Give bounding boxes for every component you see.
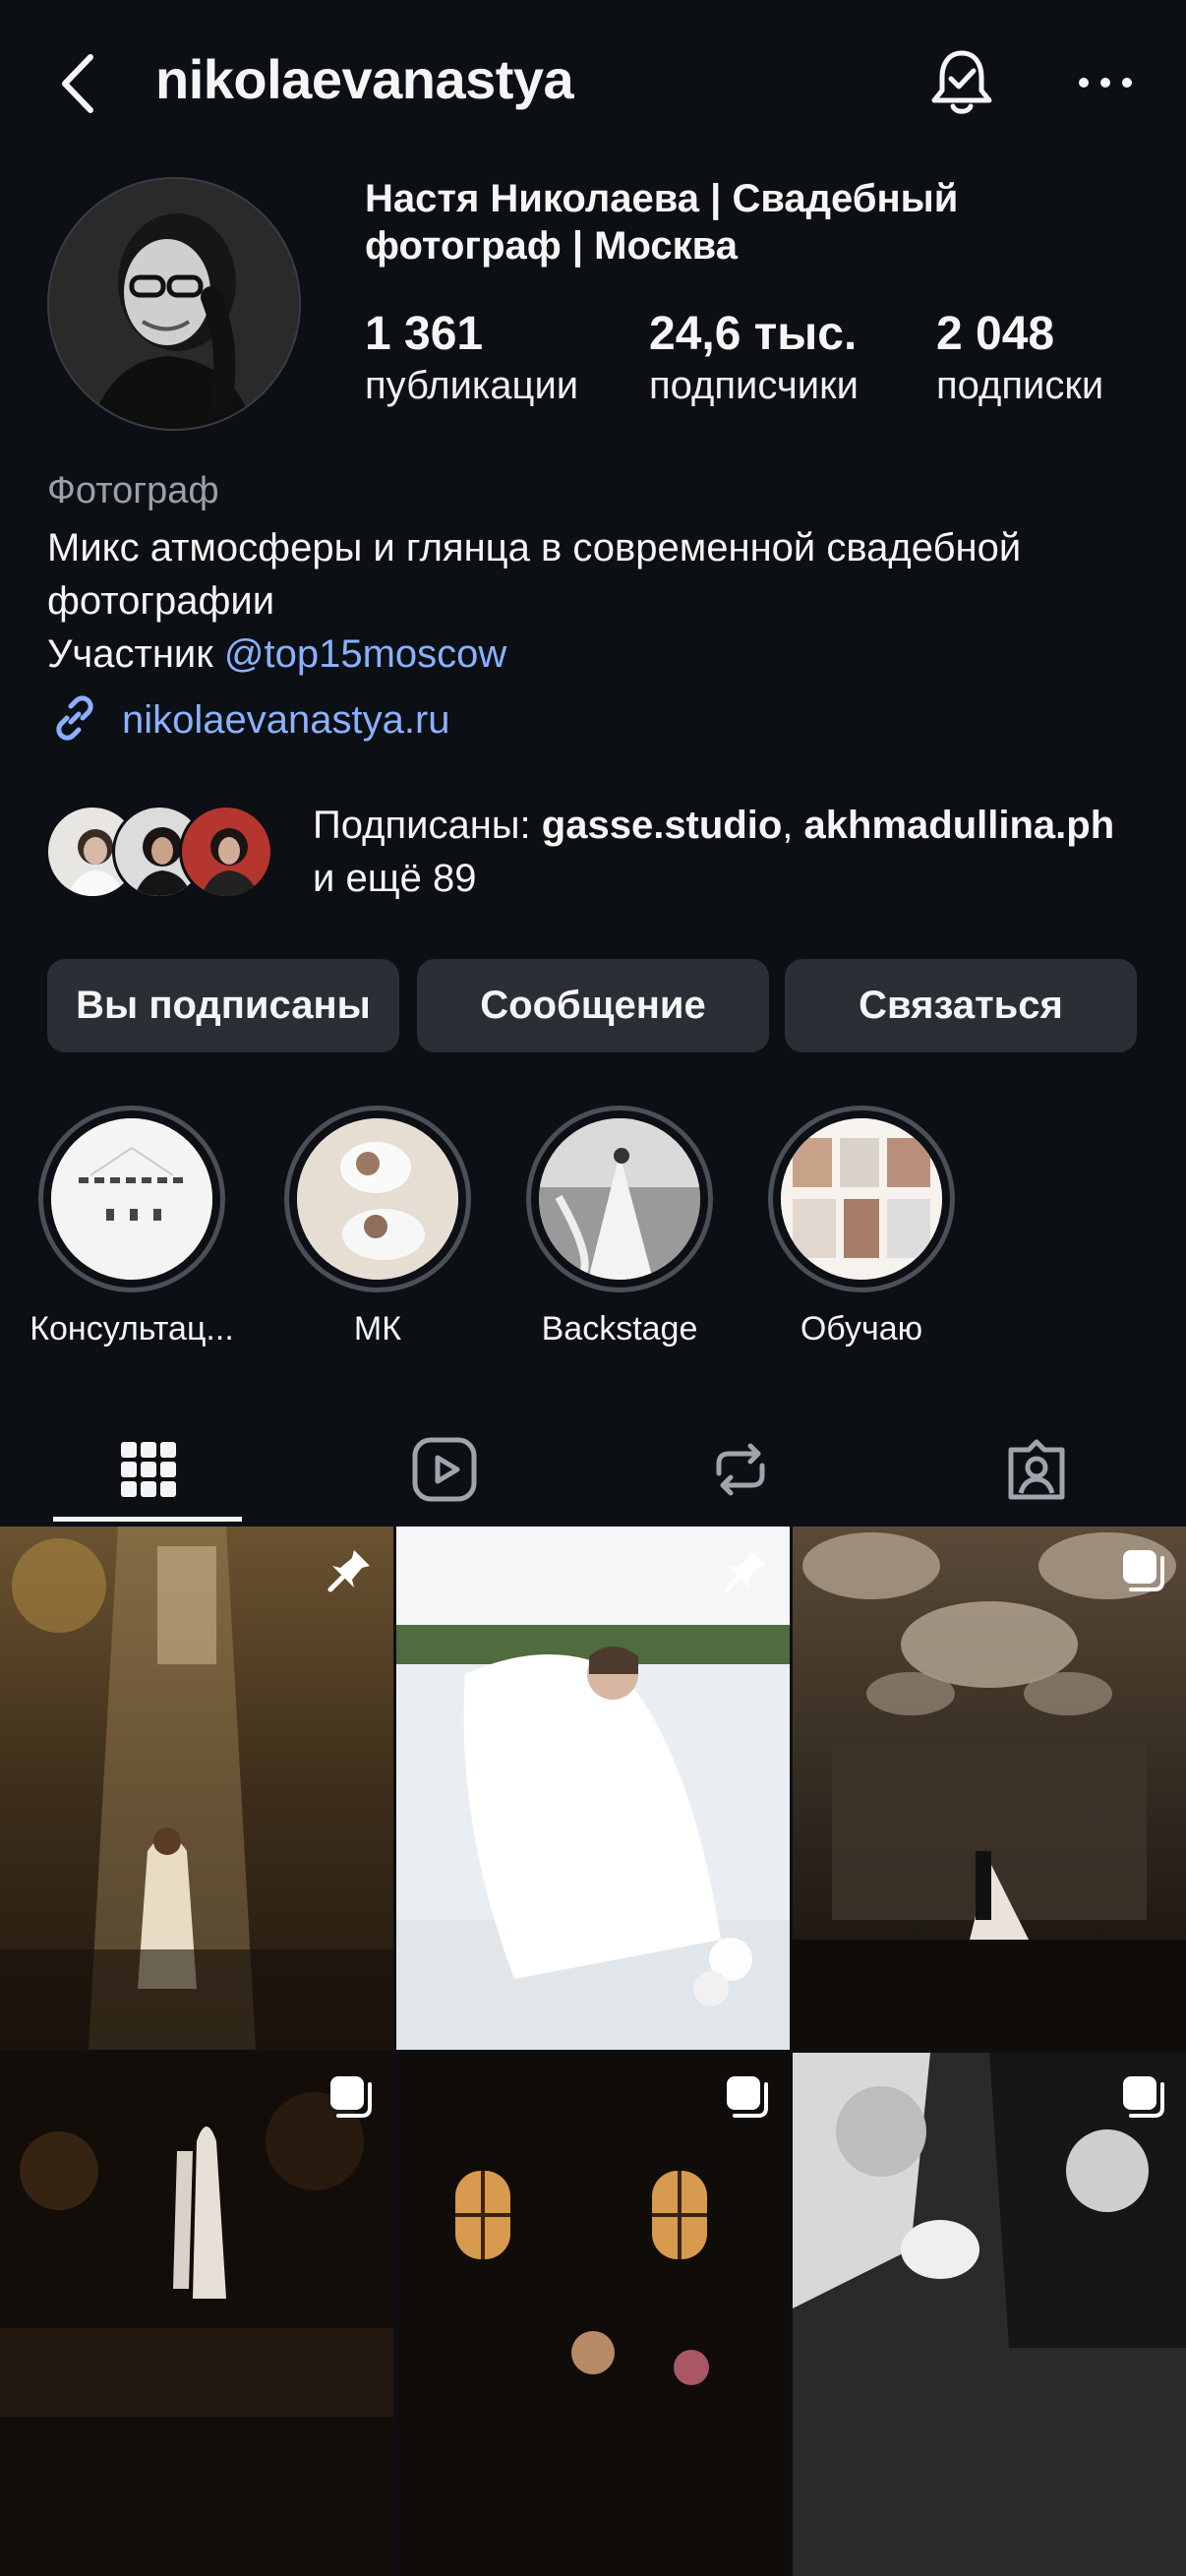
followers-count-value: 24,6 тыс. — [649, 308, 858, 360]
followed-user-1[interactable]: gasse.studio — [542, 804, 783, 847]
more-options-icon[interactable] — [1074, 53, 1137, 112]
tab-tagged[interactable] — [888, 1416, 1184, 1527]
pinned-icon — [721, 1544, 772, 1595]
link-icon — [47, 690, 102, 750]
profile-username: nikolaevanastya — [155, 48, 574, 110]
highlight-ring — [526, 1106, 713, 1292]
highlight-teaching[interactable]: Обучаю — [743, 1106, 979, 1348]
mutual-avatar — [179, 805, 273, 899]
profile-bio: Микс атмосферы и глянца в современной св… — [47, 521, 1149, 681]
pinned-icon — [325, 1544, 376, 1595]
message-button[interactable]: Сообщение — [417, 959, 769, 1052]
following-count[interactable]: 2 048 подписки — [936, 307, 1103, 409]
highlight-consultation[interactable]: Консультац... — [14, 1106, 250, 1348]
mention-link[interactable]: @top15moscow — [224, 632, 506, 676]
bio-member-line: Участник @top15moscow — [47, 628, 1149, 681]
reels-icon — [411, 1436, 478, 1508]
highlight-mk[interactable]: МК — [260, 1106, 496, 1348]
contact-button[interactable]: Связаться — [785, 959, 1137, 1052]
post-tile[interactable] — [0, 2053, 393, 2576]
tab-reposts[interactable] — [592, 1416, 888, 1527]
highlight-ring — [284, 1106, 471, 1292]
mutual-followers-avatars[interactable] — [45, 805, 291, 903]
post-tile[interactable] — [793, 2053, 1186, 2576]
post-tile[interactable] — [396, 1527, 790, 2050]
highlight-cover — [297, 1118, 458, 1280]
profile-avatar[interactable] — [47, 177, 301, 431]
highlight-backstage[interactable]: Backstage — [502, 1106, 738, 1348]
highlight-label: Обучаю — [800, 1310, 923, 1348]
highlight-cover — [539, 1118, 700, 1280]
followed-suffix: и ещё 89 — [313, 857, 477, 900]
post-tile[interactable] — [793, 1527, 1186, 2050]
followers-count-label: подписчики — [649, 364, 859, 407]
notifications-bell-icon[interactable] — [922, 43, 1001, 122]
highlight-label: МК — [353, 1310, 402, 1348]
posts-count[interactable]: 1 361 публикации — [365, 307, 578, 409]
profile-category: Фотограф — [47, 470, 219, 511]
followed-prefix: Подписаны: — [313, 804, 542, 847]
tab-reels[interactable] — [296, 1416, 592, 1527]
bio-text: Микс атмосферы и глянца в современной св… — [47, 526, 1022, 623]
following-count-value: 2 048 — [936, 308, 1055, 360]
tagged-icon — [1003, 1436, 1070, 1508]
profile-full-name: Настя Николаева | Свадебный фотограф | М… — [365, 177, 959, 268]
back-button[interactable] — [51, 39, 120, 128]
highlight-ring — [768, 1106, 955, 1292]
highlight-label: Backstage — [541, 1310, 698, 1348]
followed-separator: , — [782, 804, 804, 847]
carousel-icon — [1117, 1544, 1168, 1595]
carousel-icon — [721, 2070, 772, 2122]
mutual-followers-text[interactable]: Подписаны: gasse.studio, akhmadullina.ph… — [313, 799, 1139, 905]
post-tile[interactable] — [0, 1527, 393, 2050]
bio-member-prefix: Участник — [47, 632, 224, 676]
website-link[interactable]: nikolaevanastya.ru — [47, 690, 450, 749]
following-button[interactable]: Вы подписаны — [47, 959, 399, 1052]
carousel-icon — [325, 2070, 376, 2122]
active-tab-indicator — [53, 1517, 242, 1522]
highlight-ring — [38, 1106, 225, 1292]
following-count-label: подписки — [936, 364, 1104, 407]
post-tile[interactable] — [396, 2053, 790, 2576]
reposts-icon — [707, 1436, 774, 1508]
grid-icon — [119, 1440, 178, 1504]
highlight-cover — [781, 1118, 942, 1280]
followers-count[interactable]: 24,6 тыс. подписчики — [649, 307, 859, 409]
highlight-cover — [51, 1118, 212, 1280]
website-url[interactable]: nikolaevanastya.ru — [122, 698, 450, 743]
posts-count-label: публикации — [365, 364, 579, 407]
tab-posts-grid[interactable] — [0, 1416, 296, 1527]
highlight-label: Консультац... — [30, 1310, 234, 1348]
followed-user-2[interactable]: akhmadullina.ph — [804, 804, 1115, 847]
posts-count-value: 1 361 — [365, 308, 484, 360]
carousel-icon — [1117, 2070, 1168, 2122]
